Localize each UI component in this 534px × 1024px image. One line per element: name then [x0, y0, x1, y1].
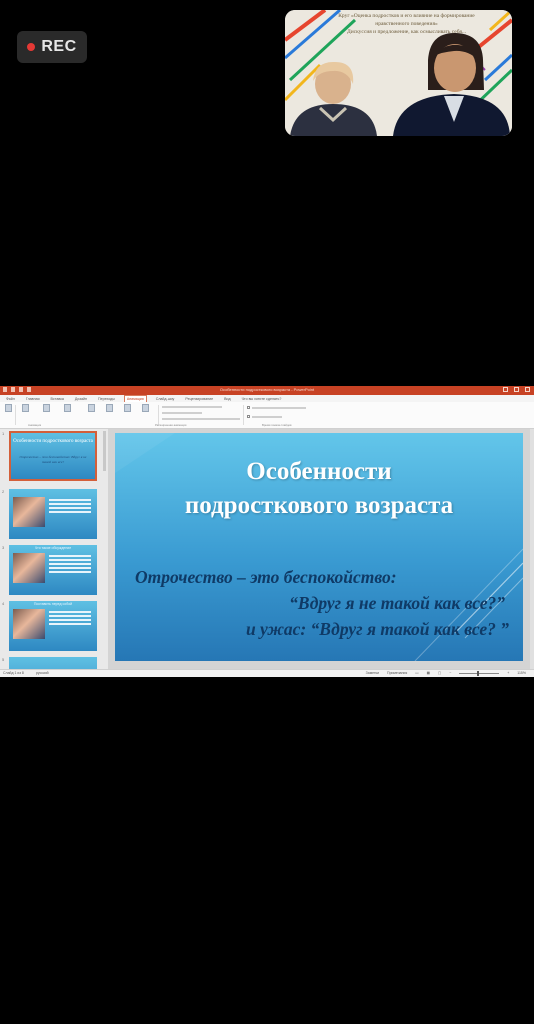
trigger-option[interactable] [162, 406, 222, 408]
powerpoint-window: Особенности подросткового возраста - Pow… [0, 386, 534, 677]
preview-icon [4, 404, 12, 412]
zoom-in-icon[interactable]: + [507, 671, 509, 675]
editor-scrollbar[interactable] [530, 429, 534, 669]
painter-icon [141, 404, 149, 412]
animation-fade-button[interactable] [62, 404, 72, 412]
thumb-number: 5 [2, 657, 5, 662]
tab-insert[interactable]: Вставка [49, 396, 66, 402]
reading-view-icon[interactable]: ▢ [438, 671, 441, 675]
rec-label: REC [41, 38, 77, 55]
thumbnails-scrollbar[interactable] [103, 431, 106, 471]
tab-review[interactable]: Рецензирование [183, 396, 215, 402]
thumb-number: 1 [2, 431, 5, 436]
thumb-subtitle: Отрочество – это беспокойство: Вдруг я н… [19, 455, 87, 464]
tab-transitions[interactable]: Переходы [96, 396, 117, 402]
effect-options-button[interactable] [86, 404, 96, 412]
star-icon [63, 404, 71, 412]
thumb-photo [13, 497, 45, 527]
zoom-slider[interactable] [459, 670, 500, 676]
add-animation-icon [105, 404, 113, 412]
ribbon: Анимация Расширенная анимация Время пока… [0, 402, 534, 429]
star-icon [42, 404, 50, 412]
thumbnail-slide-4[interactable]: Поставить перед собой [9, 601, 97, 651]
tab-home[interactable]: Главная [24, 396, 42, 402]
add-animation-button[interactable] [104, 404, 114, 412]
thumbnail-slide-1[interactable]: Особенности подросткового возраста Отроч… [9, 431, 97, 481]
star-icon [21, 404, 29, 412]
delay-checkbox[interactable] [247, 415, 250, 418]
animation-pane-button[interactable] [122, 404, 132, 412]
thumb-number: 2 [2, 489, 5, 494]
tab-view[interactable]: Вид [222, 396, 233, 402]
group-timing-label: Время показа слайдов [262, 423, 292, 427]
language-indicator[interactable]: русский [36, 671, 49, 675]
group-advanced-label: Расширенная анимация [155, 423, 187, 427]
thumbnail-slide-5[interactable] [9, 657, 97, 669]
preview-button[interactable] [3, 404, 13, 412]
participant-video[interactable]: Круг «Оценка подростков и его влияние на… [285, 10, 512, 136]
thumb-title: Особенности подросткового возраста [13, 439, 93, 444]
participant-left [290, 61, 377, 136]
thumb-number: 4 [2, 601, 5, 606]
thumb-title: Что такое обсуждение [34, 546, 72, 550]
animation-none-button[interactable] [20, 404, 30, 412]
group-preview-label: Анимация [28, 423, 42, 427]
sorter-view-icon[interactable]: ▦ [427, 671, 430, 675]
tab-animations[interactable]: Анимация [123, 395, 147, 402]
slide-thumbnails-pane[interactable]: 1 Особенности подросткового возраста Отр… [0, 429, 108, 669]
thumbnail-slide-2[interactable] [9, 489, 97, 539]
participant-right [393, 32, 510, 136]
record-dot-icon [27, 43, 36, 51]
zoom-level[interactable]: 115% [517, 671, 526, 675]
reorder-option[interactable] [162, 418, 240, 420]
tab-file[interactable]: Файл [4, 396, 17, 402]
duration-field[interactable] [252, 407, 306, 409]
window-title: Особенности подросткового возраста - Pow… [219, 387, 315, 392]
notes-button[interactable]: Заметки [366, 671, 379, 675]
maximize-icon[interactable] [514, 387, 519, 392]
delay-field[interactable] [252, 416, 282, 418]
thumbnail-slide-3[interactable]: Что такое обсуждение [9, 545, 97, 595]
tell-me-search[interactable]: Что вы хотите сделать? [240, 396, 284, 402]
thumb-photo [13, 609, 45, 639]
recording-indicator: REC [17, 31, 87, 63]
tab-slideshow[interactable]: Слайд-шоу [154, 396, 177, 402]
animation-pane-icon [123, 404, 131, 412]
current-slide[interactable]: Особенности подросткового возраста Отроч… [115, 433, 523, 661]
slide-counter: Слайд 1 из 8 [3, 671, 24, 675]
slide-title: Особенности подросткового возраста [184, 458, 454, 519]
minimize-icon[interactable] [503, 387, 508, 392]
normal-view-icon[interactable]: ▭ [415, 671, 418, 675]
window-controls [503, 387, 530, 392]
thumb-number: 3 [2, 545, 5, 550]
thumb-title: Поставить перед собой [33, 602, 73, 606]
thumb-photo [13, 553, 45, 583]
tab-design[interactable]: Дизайн [73, 396, 89, 402]
status-bar: Слайд 1 из 8 русский Заметки Примечания … [0, 669, 534, 677]
start-dropdown[interactable] [247, 406, 250, 409]
slide-editor: Особенности подросткового возраста Отроч… [108, 429, 534, 669]
ribbon-tabs: Файл Главная Вставка Дизайн Переходы Ани… [0, 395, 534, 402]
comments-button[interactable]: Примечания [387, 671, 407, 675]
animation-appear-button[interactable] [41, 404, 51, 412]
effect-options-icon [87, 404, 95, 412]
animation-painter-button[interactable] [140, 404, 150, 412]
title-bar: Особенности подросткового возраста - Pow… [0, 386, 534, 395]
zoom-out-icon[interactable]: − [449, 671, 451, 675]
animation-painter-option[interactable] [162, 412, 202, 414]
close-icon[interactable] [525, 387, 530, 392]
slide-subtitle: Отрочество – это беспокойство: “Вдруг я … [135, 567, 509, 639]
